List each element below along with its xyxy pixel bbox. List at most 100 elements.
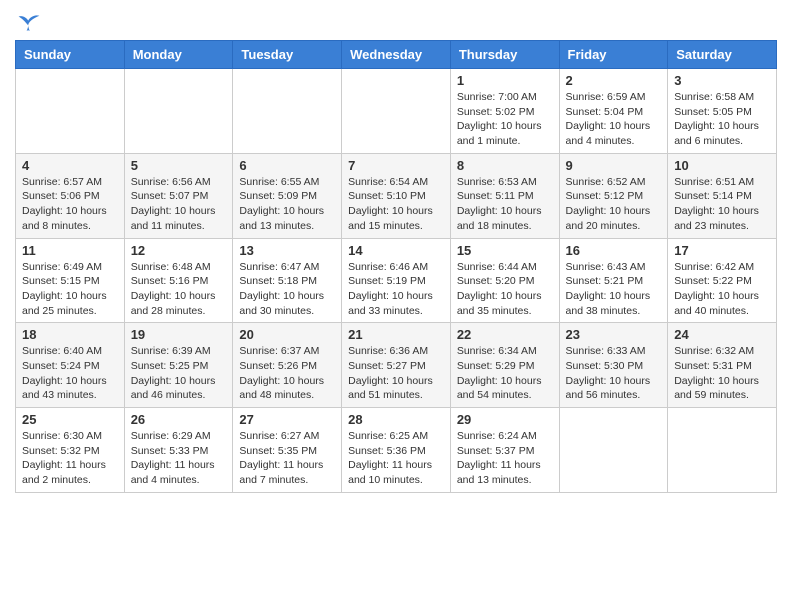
day-info: Sunrise: 6:49 AM Sunset: 5:15 PM Dayligh…: [22, 260, 118, 319]
calendar-week-row: 4 Sunrise: 6:57 AM Sunset: 5:06 PM Daylig…: [16, 153, 777, 238]
calendar-cell: 27 Sunrise: 6:27 AM Sunset: 5:35 PM Dayli…: [233, 408, 342, 493]
calendar-header-monday: Monday: [124, 41, 233, 69]
calendar-cell: 11 Sunrise: 6:49 AM Sunset: 5:15 PM Dayli…: [16, 238, 125, 323]
day-info: Sunrise: 6:56 AM Sunset: 5:07 PM Dayligh…: [131, 175, 227, 234]
calendar-header-row: SundayMondayTuesdayWednesdayThursdayFrid…: [16, 41, 777, 69]
day-number: 8: [457, 158, 553, 173]
calendar-week-row: 1 Sunrise: 7:00 AM Sunset: 5:02 PM Daylig…: [16, 69, 777, 154]
calendar-cell: 5 Sunrise: 6:56 AM Sunset: 5:07 PM Daylig…: [124, 153, 233, 238]
day-info: Sunrise: 6:34 AM Sunset: 5:29 PM Dayligh…: [457, 344, 553, 403]
calendar-cell: 8 Sunrise: 6:53 AM Sunset: 5:11 PM Daylig…: [450, 153, 559, 238]
day-number: 4: [22, 158, 118, 173]
calendar-header-saturday: Saturday: [668, 41, 777, 69]
calendar-cell: 29 Sunrise: 6:24 AM Sunset: 5:37 PM Dayli…: [450, 408, 559, 493]
day-number: 5: [131, 158, 227, 173]
calendar-cell: 2 Sunrise: 6:59 AM Sunset: 5:04 PM Daylig…: [559, 69, 668, 154]
day-number: 7: [348, 158, 444, 173]
day-info: Sunrise: 6:32 AM Sunset: 5:31 PM Dayligh…: [674, 344, 770, 403]
day-number: 13: [239, 243, 335, 258]
day-number: 12: [131, 243, 227, 258]
day-number: 26: [131, 412, 227, 427]
day-info: Sunrise: 6:43 AM Sunset: 5:21 PM Dayligh…: [566, 260, 662, 319]
logo: [15, 10, 41, 32]
day-number: 2: [566, 73, 662, 88]
day-info: Sunrise: 6:24 AM Sunset: 5:37 PM Dayligh…: [457, 429, 553, 488]
day-info: Sunrise: 6:51 AM Sunset: 5:14 PM Dayligh…: [674, 175, 770, 234]
calendar-header-friday: Friday: [559, 41, 668, 69]
day-info: Sunrise: 6:25 AM Sunset: 5:36 PM Dayligh…: [348, 429, 444, 488]
day-number: 3: [674, 73, 770, 88]
calendar-cell: 26 Sunrise: 6:29 AM Sunset: 5:33 PM Dayli…: [124, 408, 233, 493]
calendar-cell: 18 Sunrise: 6:40 AM Sunset: 5:24 PM Dayli…: [16, 323, 125, 408]
calendar-cell: 24 Sunrise: 6:32 AM Sunset: 5:31 PM Dayli…: [668, 323, 777, 408]
day-info: Sunrise: 6:39 AM Sunset: 5:25 PM Dayligh…: [131, 344, 227, 403]
calendar-cell: 3 Sunrise: 6:58 AM Sunset: 5:05 PM Daylig…: [668, 69, 777, 154]
day-number: 18: [22, 327, 118, 342]
day-info: Sunrise: 6:58 AM Sunset: 5:05 PM Dayligh…: [674, 90, 770, 149]
day-number: 21: [348, 327, 444, 342]
day-number: 17: [674, 243, 770, 258]
calendar-cell: 14 Sunrise: 6:46 AM Sunset: 5:19 PM Dayli…: [342, 238, 451, 323]
day-info: Sunrise: 6:53 AM Sunset: 5:11 PM Dayligh…: [457, 175, 553, 234]
day-info: Sunrise: 6:47 AM Sunset: 5:18 PM Dayligh…: [239, 260, 335, 319]
day-info: Sunrise: 6:44 AM Sunset: 5:20 PM Dayligh…: [457, 260, 553, 319]
calendar-cell: [124, 69, 233, 154]
day-number: 24: [674, 327, 770, 342]
calendar-header-sunday: Sunday: [16, 41, 125, 69]
calendar-cell: [559, 408, 668, 493]
day-info: Sunrise: 6:33 AM Sunset: 5:30 PM Dayligh…: [566, 344, 662, 403]
day-number: 9: [566, 158, 662, 173]
day-info: Sunrise: 6:55 AM Sunset: 5:09 PM Dayligh…: [239, 175, 335, 234]
calendar-table: SundayMondayTuesdayWednesdayThursdayFrid…: [15, 40, 777, 493]
calendar-header-wednesday: Wednesday: [342, 41, 451, 69]
calendar-cell: 25Sunrise: 6:30 AM Sunset: 5:32 PM Dayli…: [16, 408, 125, 493]
calendar-week-row: 25Sunrise: 6:30 AM Sunset: 5:32 PM Dayli…: [16, 408, 777, 493]
calendar-week-row: 11 Sunrise: 6:49 AM Sunset: 5:15 PM Dayli…: [16, 238, 777, 323]
day-info: Sunrise: 6:52 AM Sunset: 5:12 PM Dayligh…: [566, 175, 662, 234]
day-number: 23: [566, 327, 662, 342]
calendar-header-thursday: Thursday: [450, 41, 559, 69]
day-info: Sunrise: 6:27 AM Sunset: 5:35 PM Dayligh…: [239, 429, 335, 488]
logo-bird-icon: [17, 14, 41, 32]
day-number: 10: [674, 158, 770, 173]
day-number: 16: [566, 243, 662, 258]
day-number: 14: [348, 243, 444, 258]
calendar-cell: 16 Sunrise: 6:43 AM Sunset: 5:21 PM Dayli…: [559, 238, 668, 323]
calendar-cell: [16, 69, 125, 154]
calendar-cell: 19 Sunrise: 6:39 AM Sunset: 5:25 PM Dayli…: [124, 323, 233, 408]
day-number: 6: [239, 158, 335, 173]
day-number: 15: [457, 243, 553, 258]
calendar-cell: 28 Sunrise: 6:25 AM Sunset: 5:36 PM Dayli…: [342, 408, 451, 493]
day-number: 28: [348, 412, 444, 427]
day-info: Sunrise: 7:00 AM Sunset: 5:02 PM Dayligh…: [457, 90, 553, 149]
calendar-cell: 23 Sunrise: 6:33 AM Sunset: 5:30 PM Dayli…: [559, 323, 668, 408]
calendar-cell: 12Sunrise: 6:48 AM Sunset: 5:16 PM Dayli…: [124, 238, 233, 323]
day-info: Sunrise: 6:40 AM Sunset: 5:24 PM Dayligh…: [22, 344, 118, 403]
day-info: Sunrise: 6:54 AM Sunset: 5:10 PM Dayligh…: [348, 175, 444, 234]
calendar-cell: 4 Sunrise: 6:57 AM Sunset: 5:06 PM Daylig…: [16, 153, 125, 238]
day-info: Sunrise: 6:37 AM Sunset: 5:26 PM Dayligh…: [239, 344, 335, 403]
page-header: [15, 10, 777, 32]
calendar-cell: 17 Sunrise: 6:42 AM Sunset: 5:22 PM Dayli…: [668, 238, 777, 323]
day-number: 1: [457, 73, 553, 88]
calendar-cell: 13 Sunrise: 6:47 AM Sunset: 5:18 PM Dayli…: [233, 238, 342, 323]
day-number: 19: [131, 327, 227, 342]
calendar-cell: 1 Sunrise: 7:00 AM Sunset: 5:02 PM Daylig…: [450, 69, 559, 154]
day-number: 20: [239, 327, 335, 342]
day-info: Sunrise: 6:42 AM Sunset: 5:22 PM Dayligh…: [674, 260, 770, 319]
calendar-cell: 7 Sunrise: 6:54 AM Sunset: 5:10 PM Daylig…: [342, 153, 451, 238]
day-info: Sunrise: 6:59 AM Sunset: 5:04 PM Dayligh…: [566, 90, 662, 149]
day-number: 27: [239, 412, 335, 427]
calendar-cell: [342, 69, 451, 154]
day-number: 22: [457, 327, 553, 342]
day-number: 11: [22, 243, 118, 258]
day-number: 29: [457, 412, 553, 427]
calendar-cell: 15 Sunrise: 6:44 AM Sunset: 5:20 PM Dayli…: [450, 238, 559, 323]
calendar-cell: [233, 69, 342, 154]
day-info: Sunrise: 6:30 AM Sunset: 5:32 PM Dayligh…: [22, 429, 118, 488]
day-info: Sunrise: 6:29 AM Sunset: 5:33 PM Dayligh…: [131, 429, 227, 488]
day-info: Sunrise: 6:46 AM Sunset: 5:19 PM Dayligh…: [348, 260, 444, 319]
calendar-cell: [668, 408, 777, 493]
calendar-header-tuesday: Tuesday: [233, 41, 342, 69]
day-info: Sunrise: 6:57 AM Sunset: 5:06 PM Dayligh…: [22, 175, 118, 234]
